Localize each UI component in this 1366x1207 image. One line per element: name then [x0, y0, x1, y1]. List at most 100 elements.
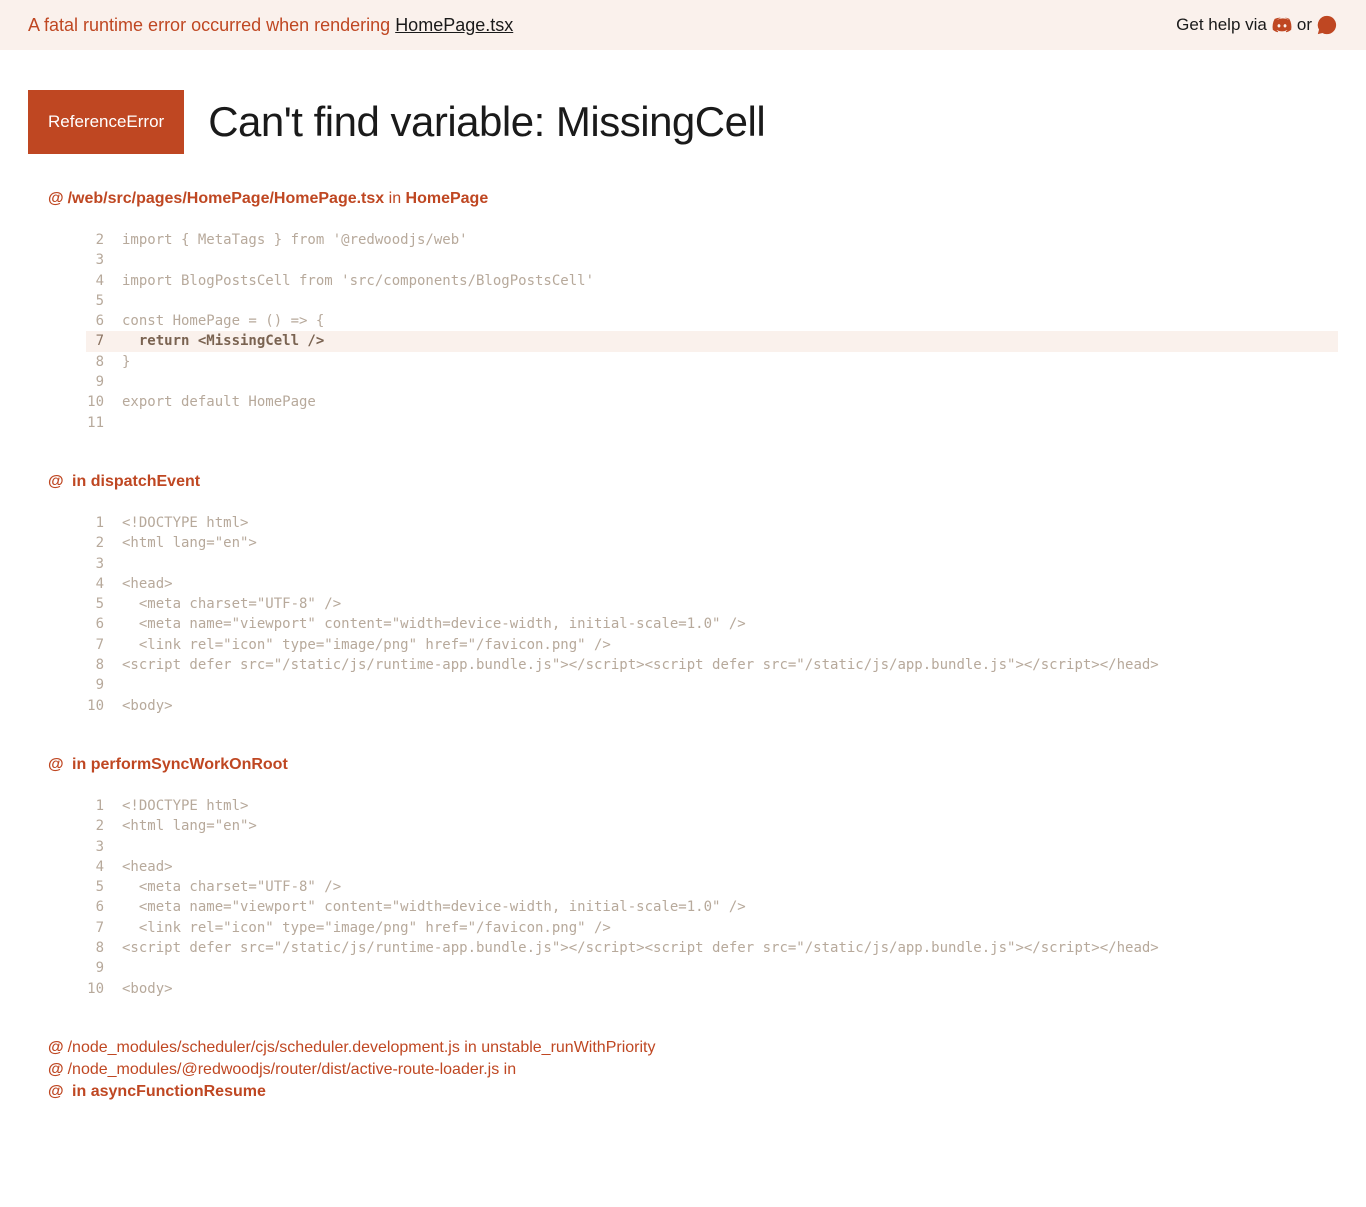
line-text: <!DOCTYPE html>: [122, 513, 1338, 533]
banner-file[interactable]: HomePage.tsx: [395, 15, 513, 35]
collapsed-frame[interactable]: @/node_modules/@redwoodjs/router/dist/ac…: [48, 1061, 1338, 1079]
line-number: 1: [86, 513, 122, 533]
line-text: <meta name="viewport" content="width=dev…: [122, 897, 1338, 917]
line-text: <meta charset="UTF-8" />: [122, 877, 1338, 897]
code-line: 7 <link rel="icon" type="image/png" href…: [86, 635, 1338, 655]
chat-icon[interactable]: [1316, 14, 1338, 36]
code-line: 2<html lang="en">: [86, 533, 1338, 553]
line-number: 5: [86, 877, 122, 897]
collapsed-frame[interactable]: @/node_modules/scheduler/cjs/scheduler.d…: [48, 1039, 1338, 1057]
code-line: 3: [86, 837, 1338, 857]
code-block: 2import { MetaTags } from '@redwoodjs/we…: [86, 230, 1338, 433]
line-text: <meta name="viewport" content="width=dev…: [122, 614, 1338, 634]
line-number: 4: [86, 271, 122, 291]
collapsed-frames: @ /node_modules/scheduler/cjs/scheduler.d…: [48, 1039, 1338, 1101]
frame-func: dispatchEvent: [91, 473, 200, 490]
frame-func: performSyncWorkOnRoot: [91, 756, 288, 773]
collapsed-func: unstable_runWithPriority: [481, 1039, 655, 1056]
line-number: 3: [86, 837, 122, 857]
line-number: 10: [86, 392, 122, 412]
code-line: 4<head>: [86, 574, 1338, 594]
in-label: in: [384, 190, 405, 207]
error-type-pill: ReferenceError: [28, 90, 184, 154]
stack-frame: @ in performSyncWorkOnRoot 1<!DOCTYPE htm…: [48, 756, 1338, 999]
line-number: 2: [86, 533, 122, 553]
banner-help: Get help via or: [1176, 14, 1338, 36]
collapsed-path: /node_modules/scheduler/cjs/scheduler.de…: [68, 1039, 460, 1056]
line-text: }: [122, 352, 1338, 372]
line-number: 10: [86, 696, 122, 716]
code-line: 7 <link rel="icon" type="image/png" href…: [86, 918, 1338, 938]
frame-header[interactable]: @/web/src/pages/HomePage/HomePage.tsx in…: [48, 190, 1338, 208]
line-number: 6: [86, 311, 122, 331]
line-number: 8: [86, 352, 122, 372]
line-text: <body>: [122, 696, 1338, 716]
in-label: in: [499, 1061, 516, 1078]
line-text: [122, 291, 1338, 311]
line-text: export default HomePage: [122, 392, 1338, 412]
line-text: const HomePage = () => {: [122, 311, 1338, 331]
code-line: 4<head>: [86, 857, 1338, 877]
at-symbol: @: [48, 190, 64, 207]
banner-prefix: A fatal runtime error occurred when rend…: [28, 15, 395, 35]
line-number: 4: [86, 574, 122, 594]
error-message: Can't find variable: MissingCell: [208, 98, 765, 146]
stack-frame: @/web/src/pages/HomePage/HomePage.tsx in…: [48, 190, 1338, 433]
at-symbol: @: [48, 756, 64, 773]
code-line: 11: [86, 413, 1338, 433]
line-number: 4: [86, 857, 122, 877]
line-number: 2: [86, 230, 122, 250]
line-number: 9: [86, 675, 122, 695]
line-number: 3: [86, 250, 122, 270]
line-number: 7: [86, 635, 122, 655]
line-number: 10: [86, 979, 122, 999]
line-text: [122, 372, 1338, 392]
code-line: 8}: [86, 352, 1338, 372]
line-number: 6: [86, 614, 122, 634]
or-text: or: [1297, 15, 1312, 35]
main-content: ReferenceError Can't find variable: Miss…: [0, 50, 1366, 1145]
line-number: 9: [86, 372, 122, 392]
line-text: return <MissingCell />: [122, 331, 1338, 351]
code-line: 1<!DOCTYPE html>: [86, 513, 1338, 533]
in-label: in: [460, 1039, 481, 1056]
code-block: 1<!DOCTYPE html>2<html lang="en">34<head…: [86, 513, 1338, 716]
line-text: [122, 250, 1338, 270]
frame-header[interactable]: @ in dispatchEvent: [48, 473, 1338, 491]
code-line: 6const HomePage = () => {: [86, 311, 1338, 331]
code-line: 4import BlogPostsCell from 'src/componen…: [86, 271, 1338, 291]
line-number: 9: [86, 958, 122, 978]
line-text: <body>: [122, 979, 1338, 999]
line-text: <script defer src="/static/js/runtime-ap…: [122, 938, 1338, 958]
line-number: 8: [86, 938, 122, 958]
line-text: [122, 413, 1338, 433]
line-number: 7: [86, 331, 122, 351]
code-line: 3: [86, 554, 1338, 574]
code-line: 8<script defer src="/static/js/runtime-a…: [86, 655, 1338, 675]
code-line: 7 return <MissingCell />: [86, 331, 1338, 351]
in-label: in: [68, 756, 91, 773]
line-text: <head>: [122, 574, 1338, 594]
line-number: 1: [86, 796, 122, 816]
line-text: <link rel="icon" type="image/png" href="…: [122, 635, 1338, 655]
line-number: 7: [86, 918, 122, 938]
in-label: in: [68, 473, 91, 490]
collapsed-path: /node_modules/@redwoodjs/router/dist/act…: [68, 1061, 500, 1078]
line-text: <script defer src="/static/js/runtime-ap…: [122, 655, 1338, 675]
code-line: 6 <meta name="viewport" content="width=d…: [86, 614, 1338, 634]
code-line: 9: [86, 372, 1338, 392]
discord-icon[interactable]: [1271, 14, 1293, 36]
line-text: import { MetaTags } from '@redwoodjs/web…: [122, 230, 1338, 250]
code-line: 5 <meta charset="UTF-8" />: [86, 877, 1338, 897]
code-line: 3: [86, 250, 1338, 270]
collapsed-frame[interactable]: @ in asyncFunctionResume: [48, 1083, 1338, 1101]
line-text: <meta charset="UTF-8" />: [122, 594, 1338, 614]
frame-func: HomePage: [406, 190, 489, 207]
at-symbol: @: [48, 1083, 64, 1100]
line-text: <html lang="en">: [122, 816, 1338, 836]
frame-header[interactable]: @ in performSyncWorkOnRoot: [48, 756, 1338, 774]
code-line: 10<body>: [86, 696, 1338, 716]
line-text: <!DOCTYPE html>: [122, 796, 1338, 816]
line-text: import BlogPostsCell from 'src/component…: [122, 271, 1338, 291]
line-number: 5: [86, 291, 122, 311]
